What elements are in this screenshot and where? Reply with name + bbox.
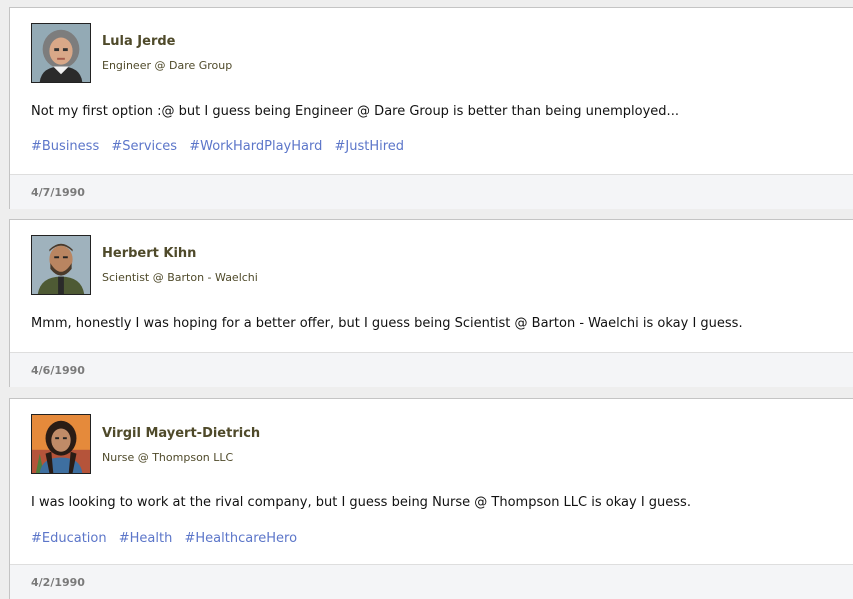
- post-footer: 4/6/1990: [10, 352, 853, 387]
- post-card: Herbert Kihn Scientist @ Barton - Waelch…: [9, 219, 853, 387]
- hashtag-link[interactable]: #Education: [31, 531, 107, 546]
- author-role: Scientist @ Barton - Waelchi: [102, 271, 258, 284]
- hashtag-link[interactable]: #Health: [119, 531, 173, 546]
- post-date: 4/7/1990: [31, 186, 85, 199]
- tag-list: #Education #Health #HealthcareHero: [31, 531, 305, 546]
- post-footer: 4/7/1990: [10, 174, 853, 209]
- avatar-long-hair-man-icon[interactable]: [31, 414, 91, 474]
- author-role: Nurse @ Thompson LLC: [102, 451, 234, 464]
- avatar-bearded-man-icon[interactable]: [31, 235, 91, 295]
- post-footer: 4/2/1990: [10, 564, 853, 599]
- post-card: Lula Jerde Engineer @ Dare Group Not my …: [9, 7, 853, 209]
- avatar-older-woman-icon[interactable]: [31, 23, 91, 83]
- author-name[interactable]: Herbert Kihn: [102, 246, 196, 261]
- post-date: 4/2/1990: [31, 576, 85, 589]
- post-text: I was looking to work at the rival compa…: [31, 495, 691, 510]
- post-card: Virgil Mayert-Dietrich Nurse @ Thompson …: [9, 398, 853, 599]
- tag-list: #Business #Services #WorkHardPlayHard #J…: [31, 139, 412, 154]
- author-name[interactable]: Lula Jerde: [102, 34, 175, 49]
- hashtag-link[interactable]: #HealthcareHero: [185, 531, 298, 546]
- post-text: Not my first option :@ but I guess being…: [31, 104, 679, 119]
- hashtag-link[interactable]: #Services: [111, 139, 177, 154]
- hashtag-link[interactable]: #JustHired: [335, 139, 405, 154]
- post-feed: Lula Jerde Engineer @ Dare Group Not my …: [0, 0, 853, 599]
- author-role: Engineer @ Dare Group: [102, 59, 233, 72]
- hashtag-link[interactable]: #Business: [31, 139, 99, 154]
- hashtag-link[interactable]: #WorkHardPlayHard: [189, 139, 322, 154]
- author-name[interactable]: Virgil Mayert-Dietrich: [102, 426, 260, 441]
- post-date: 4/6/1990: [31, 364, 85, 377]
- post-text: Mmm, honestly I was hoping for a better …: [31, 316, 743, 331]
